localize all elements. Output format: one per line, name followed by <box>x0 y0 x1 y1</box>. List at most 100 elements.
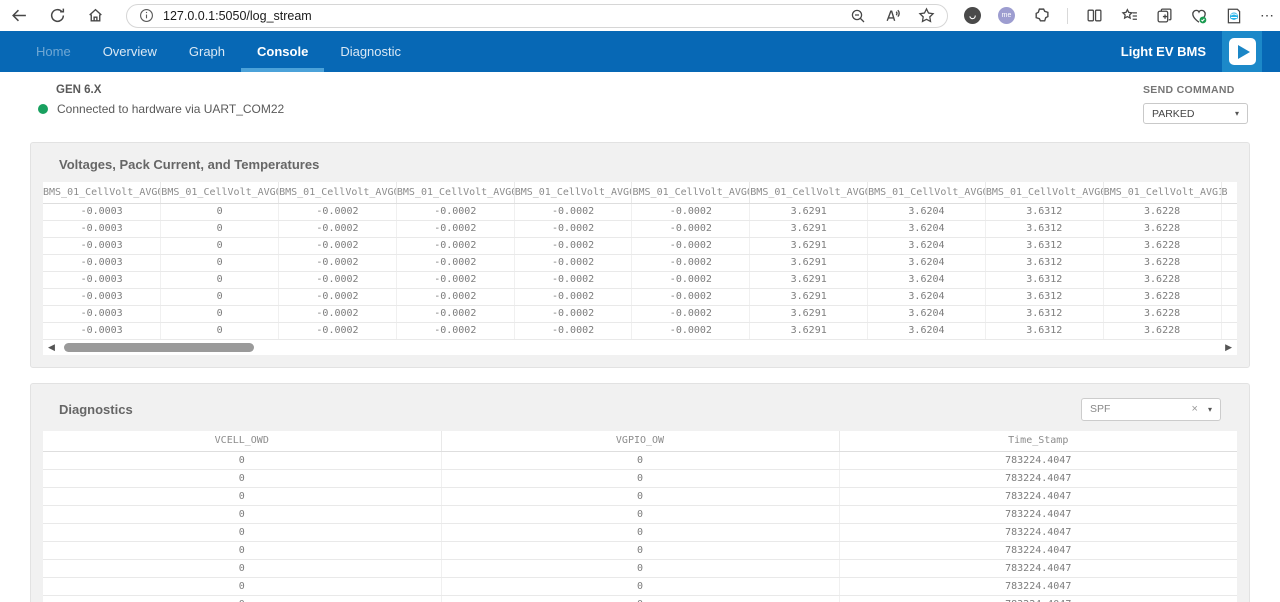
table-row: 00783224.4047 <box>43 596 1237 602</box>
diagnostics-panel-title: Diagnostics <box>59 402 133 417</box>
table-cell: 0 <box>161 271 279 288</box>
nav-tabs: HomeOverviewGraphConsoleDiagnostic <box>20 31 417 72</box>
table-cell: -0.0003 <box>43 203 161 220</box>
table-row: -0.00030-0.0002-0.0002-0.0002-0.00023.62… <box>43 254 1237 271</box>
table-cell: 783224.4047 <box>839 578 1237 596</box>
column-header: BMS_01_CellVolt_AVG02 <box>161 182 279 203</box>
table-cell: 3.6228 <box>1103 288 1221 305</box>
diagnostics-filter-value: SPF <box>1090 403 1192 415</box>
table-row: -0.00030-0.0002-0.0002-0.0002-0.00023.62… <box>43 305 1237 322</box>
table-cell: 0 <box>441 578 839 596</box>
connection-text: Connected to hardware via UART_COM22 <box>57 102 284 116</box>
table-cell: -0.0002 <box>279 271 397 288</box>
browser-essentials-icon[interactable] <box>1190 7 1208 25</box>
table-header-row: VCELL_OWDVGPIO_OWTime_Stamp <box>43 431 1237 452</box>
table-cell: -0.0003 <box>43 271 161 288</box>
back-icon[interactable] <box>10 7 28 25</box>
extension-icon-dark[interactable] <box>964 7 981 24</box>
table-cell: 0 <box>43 596 441 602</box>
tab-home[interactable]: Home <box>20 31 87 72</box>
extension-shape-icon[interactable] <box>1032 7 1050 25</box>
extension-icon-me[interactable]: me <box>998 7 1015 24</box>
table-cell: 3.6312 <box>985 254 1103 271</box>
column-header: BMS_01_CellVolt_AVG08 <box>868 182 986 203</box>
table-cell: 783224.4047 <box>839 506 1237 524</box>
table-cell: -0.0003 <box>43 322 161 339</box>
read-aloud-icon[interactable] <box>883 7 901 25</box>
chevron-down-icon: ▾ <box>1235 109 1239 118</box>
table-cell: 0 <box>43 524 441 542</box>
column-header: VGPIO_OW <box>441 431 839 452</box>
scrollbar-thumb[interactable] <box>64 343 254 352</box>
table-cell: 3.6291 <box>750 220 868 237</box>
zoom-out-icon[interactable] <box>849 7 867 25</box>
browser-toolbar: 127.0.0.1:5050/log_stream me <box>0 0 1280 31</box>
play-logo-icon <box>1229 38 1256 65</box>
table-cell: 3.6228 <box>1103 220 1221 237</box>
table-cell: -0.0002 <box>514 237 632 254</box>
column-header: BMS_01_CellVolt_AVG07 <box>750 182 868 203</box>
column-header: BMS_01_CellVolt_AVG06 <box>632 182 750 203</box>
table-cell: 783224.4047 <box>839 470 1237 488</box>
table-cell: -0.0002 <box>632 237 750 254</box>
table-cell: 0 <box>441 470 839 488</box>
table-cell: -0.0002 <box>632 322 750 339</box>
voltages-panel: Voltages, Pack Current, and Temperatures… <box>30 142 1250 368</box>
table-cell <box>1221 237 1237 254</box>
table-cell: 0 <box>43 452 441 470</box>
table-row: 00783224.4047 <box>43 506 1237 524</box>
split-screen-icon[interactable] <box>1085 7 1103 25</box>
table-cell: 0 <box>441 452 839 470</box>
more-menu-icon[interactable]: ⋯ <box>1260 7 1274 24</box>
address-bar[interactable]: 127.0.0.1:5050/log_stream <box>126 4 948 28</box>
table-cell: 0 <box>441 596 839 602</box>
url-text[interactable]: 127.0.0.1:5050/log_stream <box>163 9 849 23</box>
table-cell: 3.6204 <box>868 305 986 322</box>
scroll-left-icon[interactable]: ◀ <box>48 343 55 352</box>
clear-filter-icon[interactable]: × <box>1192 403 1198 415</box>
tab-graph[interactable]: Graph <box>173 31 241 72</box>
site-info-icon[interactable] <box>137 7 155 25</box>
favorite-star-icon[interactable] <box>917 7 935 25</box>
ie-mode-icon[interactable] <box>1225 7 1243 25</box>
horizontal-scrollbar: ◀ ▶ <box>43 340 1237 355</box>
diagnostics-panel: Diagnostics SPF × ▾ VCELL_OWDVGPIO_OWTim… <box>30 383 1250 602</box>
refresh-icon[interactable] <box>48 7 66 25</box>
table-row: -0.00030-0.0002-0.0002-0.0002-0.00023.62… <box>43 288 1237 305</box>
browser-extensions: me ⋯ <box>964 7 1274 25</box>
table-cell: 783224.4047 <box>839 596 1237 602</box>
table-cell: -0.0003 <box>43 237 161 254</box>
table-cell: 0 <box>43 488 441 506</box>
connected-status-dot <box>38 104 48 114</box>
scroll-right-icon[interactable]: ▶ <box>1225 343 1232 352</box>
diagnostics-filter-dropdown[interactable]: SPF × ▾ <box>1081 398 1221 421</box>
table-cell: 3.6228 <box>1103 271 1221 288</box>
collections-icon[interactable] <box>1155 7 1173 25</box>
table-cell: 3.6291 <box>750 254 868 271</box>
scrollbar-track[interactable] <box>60 342 1220 353</box>
table-cell <box>1221 305 1237 322</box>
tab-overview[interactable]: Overview <box>87 31 173 72</box>
home-icon[interactable] <box>86 7 104 25</box>
table-cell: 3.6312 <box>985 288 1103 305</box>
send-command-dropdown[interactable]: PARKED ▾ <box>1143 103 1248 124</box>
table-cell: 3.6204 <box>868 288 986 305</box>
table-cell: -0.0002 <box>279 220 397 237</box>
table-cell: -0.0002 <box>632 254 750 271</box>
table-cell <box>1221 203 1237 220</box>
column-header: BMS_01_CellVolt_AVG10 <box>1103 182 1221 203</box>
table-cell: 3.6291 <box>750 237 868 254</box>
app-logo[interactable] <box>1222 31 1262 72</box>
table-cell: 0 <box>161 288 279 305</box>
table-cell: 3.6204 <box>868 237 986 254</box>
column-header: B <box>1221 182 1237 203</box>
table-cell: -0.0002 <box>396 271 514 288</box>
tab-console[interactable]: Console <box>241 31 324 72</box>
table-cell: -0.0002 <box>632 288 750 305</box>
table-cell: 3.6204 <box>868 220 986 237</box>
favorites-hub-icon[interactable] <box>1120 7 1138 25</box>
tab-diagnostic[interactable]: Diagnostic <box>324 31 417 72</box>
table-cell: 3.6312 <box>985 305 1103 322</box>
send-command-label: SEND COMMAND <box>1143 84 1248 96</box>
table-cell: 0 <box>161 254 279 271</box>
